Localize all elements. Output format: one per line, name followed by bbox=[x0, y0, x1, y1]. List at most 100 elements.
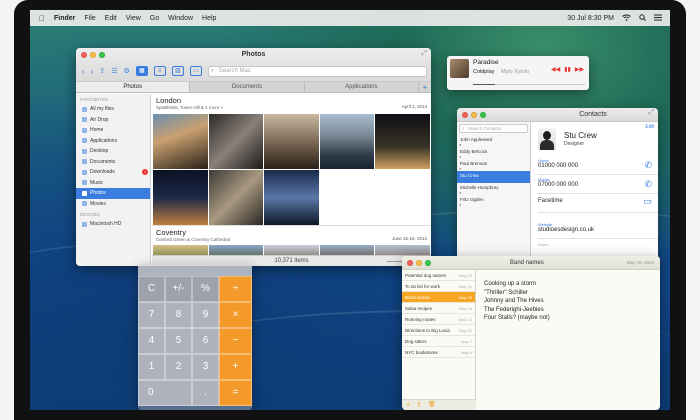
action-gear-icon[interactable]: ⚙ bbox=[124, 67, 130, 75]
contact-item[interactable]: Michelle Humphrey ● bbox=[457, 183, 530, 195]
new-note-icon[interactable]: + bbox=[406, 400, 410, 410]
menu-edit[interactable]: Edit bbox=[105, 15, 117, 22]
video-camera-icon[interactable]: ▭ bbox=[643, 196, 652, 207]
tab-photos[interactable]: Photos bbox=[76, 82, 191, 92]
notes-titlebar[interactable]: Band names May 29, 2013 bbox=[402, 256, 660, 270]
share-icon[interactable]: ⇪ bbox=[99, 67, 105, 75]
photo-thumbnail[interactable] bbox=[264, 170, 319, 225]
coverflow-view-icon[interactable]: ▭ bbox=[189, 66, 202, 76]
website-field[interactable]: Website studioesdesign.co.uk bbox=[538, 222, 654, 233]
forward-icon[interactable]: › bbox=[91, 67, 94, 76]
home-phone-field[interactable]: Home 01000 000 000 ✆ bbox=[538, 158, 654, 171]
note-body[interactable]: Cooking up a storm "Thriller" Schiller J… bbox=[484, 280, 550, 323]
add-key[interactable]: + bbox=[219, 354, 252, 380]
list-icon[interactable] bbox=[654, 14, 662, 23]
photo-thumbnail[interactable] bbox=[264, 114, 319, 169]
photo-thumbnail[interactable] bbox=[208, 170, 264, 225]
note-item[interactable]: To do list for work May 21 bbox=[402, 281, 475, 292]
note-item[interactable]: NYC bookstores May 6 bbox=[402, 347, 475, 358]
back-icon[interactable]: ‹ bbox=[82, 67, 85, 76]
note-item[interactable]: Dog sitters May 7 bbox=[402, 336, 475, 347]
note-item[interactable]: Potential dog names May 23 bbox=[402, 270, 475, 281]
divide-key[interactable]: ÷ bbox=[219, 276, 252, 302]
notes-field[interactable]: Notes bbox=[538, 242, 654, 247]
sidebar-item-all-my-files[interactable]: All my files bbox=[76, 104, 150, 115]
sidebar-item-downloads[interactable]: Downloads! bbox=[76, 167, 150, 178]
digit-2-key[interactable]: 2 bbox=[165, 354, 192, 380]
tab-applications[interactable]: Applications bbox=[305, 82, 419, 92]
fullscreen-icon[interactable]: ⤢ bbox=[421, 50, 427, 58]
contact-item[interactable]: Eddy Belcock ● bbox=[457, 147, 530, 159]
search-input[interactable]: ⌕ Search Mac bbox=[207, 65, 427, 77]
search-icon[interactable] bbox=[639, 13, 646, 23]
digit-3-key[interactable]: 3 bbox=[192, 354, 219, 380]
subtract-key[interactable]: − bbox=[219, 328, 252, 354]
zoom-button[interactable] bbox=[480, 112, 486, 118]
add-tab-button[interactable]: + bbox=[419, 82, 431, 92]
clock[interactable]: 30 Jul 8:30 PM bbox=[567, 15, 614, 22]
next-icon[interactable]: ▶▶ bbox=[575, 66, 584, 73]
menu-app-name[interactable]: Finder bbox=[54, 15, 75, 22]
column-view-icon[interactable]: ▥ bbox=[171, 66, 184, 76]
itunes-notification[interactable]: Paradise Coldplay Mylo Xyloto ◀◀ ▮▮ ▶▶ bbox=[447, 56, 589, 90]
sidebar-item-home[interactable]: Home bbox=[76, 125, 150, 136]
contact-item[interactable]: Fritz Ogden ● bbox=[457, 195, 530, 207]
icon-view-icon[interactable]: ▦ bbox=[135, 66, 148, 76]
finder-titlebar[interactable]: Photos ⤢ ‹ › ⇪ ☰ ⚙ ▦ ≡ ▥ ▭ ⌕ Search Mac bbox=[76, 48, 431, 82]
contact-item-selected[interactable]: Stu Crew bbox=[457, 171, 530, 183]
digit-8-key[interactable]: 8 bbox=[165, 302, 192, 328]
sidebar-item-desktop[interactable]: Desktop bbox=[76, 146, 150, 157]
photo-thumbnail[interactable] bbox=[208, 114, 264, 169]
digit-7-key[interactable]: 7 bbox=[138, 302, 165, 328]
sidebar-item-applications[interactable]: Applications bbox=[76, 136, 150, 147]
zoom-button[interactable] bbox=[425, 260, 431, 266]
close-button[interactable] bbox=[462, 112, 468, 118]
event-subtitle[interactable]: Gosford Green & Coventry Cathedral bbox=[156, 237, 427, 242]
apple-menu-icon[interactable]:  bbox=[39, 14, 45, 23]
menu-go[interactable]: Go bbox=[150, 15, 159, 22]
fullscreen-icon[interactable]: ⤢ bbox=[648, 109, 654, 117]
event-subtitle[interactable]: Spitalfields, Tower Hill & 1 more > bbox=[156, 105, 427, 110]
note-item[interactable]: Running routes May 12 bbox=[402, 314, 475, 325]
percent-key[interactable]: % bbox=[192, 276, 219, 302]
phone-icon[interactable]: ✆ bbox=[644, 179, 652, 190]
decimal-key[interactable]: . bbox=[192, 380, 219, 406]
photo-thumbnail[interactable] bbox=[153, 170, 208, 225]
photo-thumbnail[interactable] bbox=[375, 114, 430, 169]
note-item-selected[interactable]: Band names May 29 bbox=[402, 292, 475, 303]
previous-icon[interactable]: ◀◀ bbox=[551, 66, 560, 73]
sidebar-item-macintosh-hd[interactable]: Macintosh HD bbox=[76, 219, 150, 230]
contacts-titlebar[interactable]: Contacts ⤢ bbox=[457, 108, 658, 122]
tab-documents[interactable]: Documents bbox=[190, 82, 305, 92]
sign-key[interactable]: +/- bbox=[165, 276, 192, 302]
contact-item[interactable]: Paul Brennan ● bbox=[457, 159, 530, 171]
mobile-phone-field[interactable]: Mobile 07000 000 000 ✆ bbox=[538, 177, 654, 190]
arrange-icon[interactable]: ☰ bbox=[111, 67, 117, 75]
clear-key[interactable]: C bbox=[138, 276, 165, 302]
digit-1-key[interactable]: 1 bbox=[138, 354, 165, 380]
note-item[interactable]: Directions to Big Lucia May 10 bbox=[402, 325, 475, 336]
contact-item[interactable]: John Appleseed ● bbox=[457, 135, 530, 147]
phone-icon[interactable]: ✆ bbox=[644, 160, 652, 171]
wifi-icon[interactable] bbox=[622, 14, 631, 23]
facetime-field[interactable]: Facetime ▭ bbox=[538, 196, 654, 207]
close-button[interactable] bbox=[407, 260, 413, 266]
digit-6-key[interactable]: 6 bbox=[192, 328, 219, 354]
sidebar-item-movies[interactable]: Movies bbox=[76, 199, 150, 210]
edit-button[interactable]: Edit bbox=[645, 124, 654, 130]
equals-key[interactable]: = bbox=[219, 380, 252, 406]
minimize-button[interactable] bbox=[471, 112, 477, 118]
photo-thumbnail[interactable] bbox=[153, 114, 208, 169]
menu-help[interactable]: Help bbox=[202, 15, 216, 22]
share-icon[interactable]: ⇪ bbox=[416, 400, 422, 410]
minimize-button[interactable] bbox=[416, 260, 422, 266]
menu-window[interactable]: Window bbox=[168, 15, 193, 22]
digit-4-key[interactable]: 4 bbox=[138, 328, 165, 354]
digit-0-key[interactable]: 0 bbox=[138, 380, 192, 406]
menu-file[interactable]: File bbox=[84, 15, 95, 22]
digit-5-key[interactable]: 5 bbox=[165, 328, 192, 354]
sidebar-item-photos[interactable]: Photos bbox=[76, 188, 150, 199]
pause-icon[interactable]: ▮▮ bbox=[564, 66, 571, 73]
trash-icon[interactable]: 🗑 bbox=[428, 400, 436, 410]
note-item[interactable]: Salsa recipes May 14 bbox=[402, 303, 475, 314]
